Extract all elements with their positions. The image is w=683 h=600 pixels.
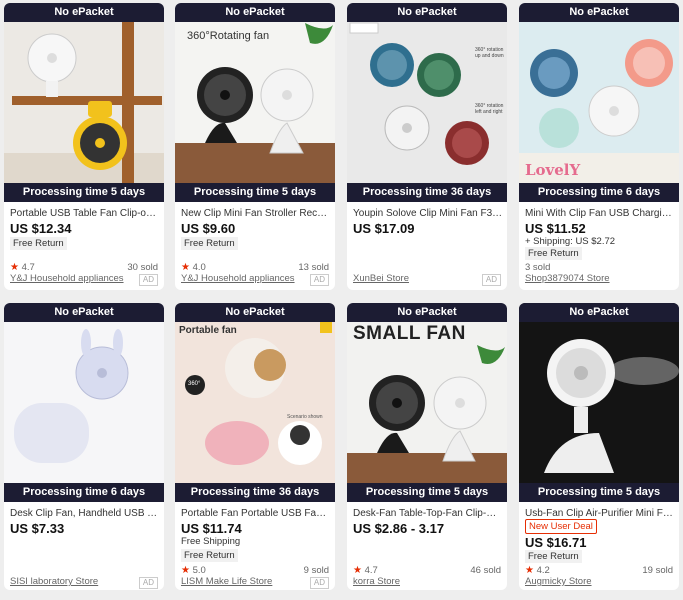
product-price: US $7.33: [10, 521, 65, 536]
rating-value: 4.7: [21, 262, 35, 273]
product-price: US $11.52: [525, 221, 586, 236]
product-title[interactable]: Portable Fan Portable USB Fan Cli...: [181, 508, 331, 519]
rating-value: 4.7: [364, 565, 378, 576]
product-title[interactable]: Mini With Clip Fan USB Charging Fr...: [525, 208, 675, 219]
processing-time-banner: Processing time 36 days: [347, 183, 507, 202]
product-rating: ★ 5.0: [181, 565, 206, 576]
image-caption: 360°Rotating fan: [187, 30, 270, 42]
star-icon: ★: [181, 262, 190, 273]
rating-value: 5.0: [192, 565, 206, 576]
product-image[interactable]: No ePacket Processing time 5 days: [4, 3, 164, 202]
free-return-tag: Free Return: [181, 237, 238, 250]
product-card[interactable]: LovelY No ePacket Processing time 6 days…: [519, 3, 679, 290]
store-link[interactable]: Y&J Household appliances: [10, 273, 124, 284]
product-rating: ★ 4.0: [181, 262, 206, 273]
star-icon: ★: [525, 565, 534, 576]
shipping-badge: No ePacket: [175, 3, 335, 22]
free-return-tag: Free Return: [525, 550, 582, 563]
shipping-cost: + Shipping: US $2.72: [525, 236, 616, 247]
processing-time-banner: Processing time 5 days: [175, 183, 335, 202]
sold-count: 13 sold: [298, 262, 329, 273]
processing-time-banner: Processing time 5 days: [347, 483, 507, 502]
product-title[interactable]: Usb-Fan Clip Air-Purifier Mini Fans ...: [525, 508, 675, 519]
shipping-badge: No ePacket: [4, 3, 164, 22]
product-card[interactable]: 360° rotation up and down 360° rotation …: [347, 3, 507, 290]
image-caption: 360° rotation up and down: [475, 47, 504, 59]
image-caption: 360° rotation left and right: [475, 103, 504, 115]
product-card[interactable]: Portable fan 360° Scenario shown No ePac…: [175, 303, 335, 590]
sold-count: 3 sold: [525, 262, 551, 273]
product-price: US $2.86 - 3.17: [353, 521, 445, 536]
image-caption: Scenario shown: [287, 414, 323, 420]
store-link[interactable]: Y&J Household appliances: [181, 273, 295, 284]
product-image[interactable]: No ePacket Processing time 5 days: [519, 303, 679, 502]
free-return-tag: Free Return: [10, 237, 67, 250]
processing-time-banner: Processing time 36 days: [175, 483, 335, 502]
image-caption: Portable fan: [179, 325, 237, 336]
shipping-badge: No ePacket: [347, 3, 507, 22]
product-image[interactable]: 360° rotation up and down 360° rotation …: [347, 3, 507, 202]
shipping-badge: No ePacket: [519, 303, 679, 322]
sold-count: 9 sold: [303, 565, 329, 576]
free-return-tag: Free Return: [525, 247, 582, 260]
star-icon: ★: [10, 262, 19, 273]
store-link[interactable]: Augmicky Store: [525, 576, 592, 587]
image-caption: LovelY: [525, 161, 581, 179]
free-return-tag: Free Return: [181, 549, 238, 562]
ad-label: AD: [138, 274, 158, 286]
product-rating: ★ 4.7: [10, 262, 35, 273]
shipping-badge: No ePacket: [4, 303, 164, 322]
product-title[interactable]: Youpin Solove Clip Mini Fan F3 Por...: [353, 208, 503, 219]
store-link[interactable]: SISI laboratory Store: [10, 576, 98, 587]
shipping-badge: No ePacket: [175, 303, 335, 322]
product-title[interactable]: New Clip Mini Fan Stroller Recharg...: [181, 208, 331, 219]
product-price: US $12.34: [10, 221, 72, 236]
shipping-badge: No ePacket: [347, 303, 507, 322]
product-card[interactable]: 360°Rotating fan No ePacket Processing t…: [175, 3, 335, 290]
star-icon: ★: [353, 565, 362, 576]
product-rating: ★ 4.7: [353, 565, 378, 576]
image-caption: 360°: [188, 381, 201, 387]
store-link[interactable]: Shop3879074 Store: [525, 273, 610, 284]
rating-value: 4.2: [536, 565, 550, 576]
shipping-badge: No ePacket: [519, 3, 679, 22]
product-title[interactable]: Desk Clip Fan, Handheld USB Tabl...: [10, 508, 160, 519]
ad-label: AD: [481, 274, 501, 286]
product-card[interactable]: No ePacket Processing time 5 days Portab…: [4, 3, 164, 290]
product-price: US $9.60: [181, 221, 236, 236]
product-price: US $16.71: [525, 535, 587, 550]
sold-count: 46 sold: [470, 565, 501, 576]
sold-count: 19 sold: [642, 565, 673, 576]
rating-value: 4.0: [192, 262, 206, 273]
product-card[interactable]: No ePacket Processing time 5 days Usb-Fa…: [519, 303, 679, 590]
product-price: US $17.09: [353, 221, 415, 236]
product-image[interactable]: LovelY No ePacket Processing time 6 days: [519, 3, 679, 202]
store-link[interactable]: korra Store: [353, 576, 400, 587]
product-title[interactable]: Desk-Fan Table-Top-Fan Clip-On O...: [353, 508, 503, 519]
processing-time-banner: Processing time 6 days: [519, 183, 679, 202]
new-user-deal-tag: New User Deal: [525, 519, 597, 534]
ad-label: AD: [138, 577, 158, 589]
shipping-info: Free Shipping: [181, 536, 241, 547]
ad-label: AD: [309, 274, 329, 286]
sold-count: 30 sold: [127, 262, 158, 273]
product-card[interactable]: SMALL FAN No ePacket Processing time 5 d…: [347, 303, 507, 590]
product-image[interactable]: 360°Rotating fan No ePacket Processing t…: [175, 3, 335, 202]
store-link[interactable]: XunBei Store: [353, 273, 409, 284]
product-card[interactable]: No ePacket Processing time 6 days Desk C…: [4, 303, 164, 590]
processing-time-banner: Processing time 6 days: [4, 483, 164, 502]
product-rating: ★ 4.2: [525, 565, 550, 576]
star-icon: ★: [181, 565, 190, 576]
ad-label: AD: [309, 577, 329, 589]
product-price: US $11.74: [181, 521, 242, 536]
product-image[interactable]: SMALL FAN No ePacket Processing time 5 d…: [347, 303, 507, 502]
product-title[interactable]: Portable USB Table Fan Clip-on Ty...: [10, 208, 160, 219]
product-image[interactable]: Portable fan 360° Scenario shown No ePac…: [175, 303, 335, 502]
processing-time-banner: Processing time 5 days: [519, 483, 679, 502]
image-caption: SMALL FAN: [353, 323, 466, 344]
product-image[interactable]: No ePacket Processing time 6 days: [4, 303, 164, 502]
processing-time-banner: Processing time 5 days: [4, 183, 164, 202]
store-link[interactable]: LISM Make Life Store: [181, 576, 272, 587]
